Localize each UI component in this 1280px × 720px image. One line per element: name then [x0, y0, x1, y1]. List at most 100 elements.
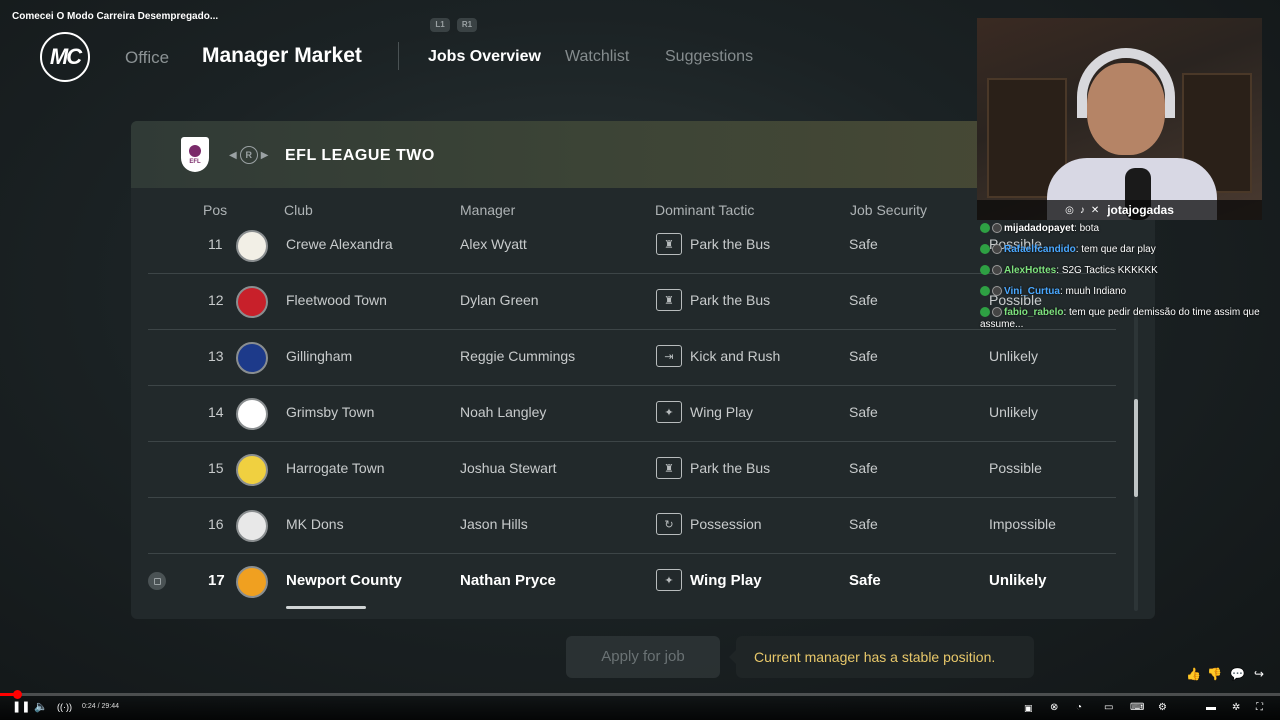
keyboard-icon[interactable]: ⌨: [1130, 702, 1144, 713]
row-manager: Jason Hills: [460, 516, 528, 532]
chat-message: AlexHottes: S2G Tactics KKKKKK: [980, 265, 1270, 277]
apply-for-job-button[interactable]: Apply for job: [566, 636, 720, 678]
chat-message: mijadadopayet: bota: [980, 223, 1270, 235]
chat-message: fabio_rabelo: tem que pedir demissão do …: [980, 307, 1260, 330]
row-club: Gillingham: [286, 348, 353, 364]
tab-watchlist[interactable]: Watchlist: [565, 48, 629, 66]
chevron-right-icon[interactable]: ▶: [261, 150, 269, 161]
league-badge-icon: EFL: [181, 137, 209, 172]
subtitles-icon[interactable]: ▣: [1024, 703, 1033, 714]
row-chance: Unlikely: [989, 404, 1039, 420]
club-crest-icon: [236, 342, 268, 374]
mod-badge-icon: [980, 286, 990, 297]
scrollbar-thumb[interactable]: [1134, 399, 1138, 497]
chat-username[interactable]: Rafaelfcandido: [1004, 244, 1076, 255]
progress-track[interactable]: [0, 693, 1280, 696]
chat-username[interactable]: fabio_rabelo: [1004, 307, 1063, 318]
column-header-club: Club: [284, 202, 313, 218]
league-switcher[interactable]: ◀ R ▶: [229, 146, 268, 164]
streamer-handle: jotajogadas: [1107, 203, 1174, 217]
nav-office[interactable]: Office: [125, 48, 169, 68]
table-row[interactable]: 16 MK Dons Jason Hills ↻ Possession Safe Impos…: [148, 498, 1116, 554]
row-tactic: Park the Bus: [690, 292, 771, 308]
chat-text: tem que dar play: [1081, 244, 1156, 255]
table-row[interactable]: 11 Crewe Alexandra Alex Wyatt ♜ Park the Bus…: [148, 218, 1116, 274]
mod-badge-icon: [980, 244, 990, 255]
chat-text: S2G Tactics KKKKKK: [1061, 265, 1158, 276]
cast-icon[interactable]: ▭: [1104, 702, 1113, 713]
wings-icon: ✦: [656, 569, 682, 591]
row-position: 14: [208, 404, 224, 420]
row-job-security: Safe: [849, 516, 878, 532]
like-icon[interactable]: 👍: [1186, 667, 1201, 681]
volume-icon[interactable]: 🔈: [34, 700, 48, 713]
row-tactic: Park the Bus: [690, 460, 771, 476]
row-chance: Unlikely: [989, 572, 1047, 589]
chat-username[interactable]: mijadadopayet: [1004, 223, 1074, 234]
row-job-security: Safe: [849, 572, 881, 589]
chat-username[interactable]: AlexHottes: [1004, 265, 1056, 276]
table-row[interactable]: 14 Grimsby Town Noah Langley ✦ Wing Play Safe…: [148, 386, 1116, 442]
bus-icon: ♜: [656, 233, 682, 255]
chat-text: muuh Indiano: [1065, 286, 1127, 297]
table-row[interactable]: 12 Fleetwood Town Dylan Green ♜ Park the Bus…: [148, 274, 1116, 330]
bus-icon: ♜: [656, 457, 682, 479]
club-crest-icon: [236, 230, 268, 262]
row-club: Fleetwood Town: [286, 292, 387, 308]
user-badge-icon: [992, 244, 1002, 255]
row-position: 11: [208, 236, 223, 252]
row-club: MK Dons: [286, 516, 344, 532]
pause-icon[interactable]: ❚❚: [12, 700, 30, 713]
row-position: 12: [208, 292, 224, 308]
tiktok-icon: ♪: [1079, 204, 1085, 216]
club-crest-icon: [236, 454, 268, 486]
chat-username[interactable]: Vini_Curtua: [1004, 286, 1060, 297]
user-badge-icon: [992, 307, 1002, 318]
row-job-security: Safe: [849, 460, 878, 476]
streamer-social-bar: ◎ ♪ ✕ jotajogadas: [977, 200, 1262, 220]
autoplay-icon[interactable]: ⊗: [1050, 702, 1058, 713]
fullscreen-icon[interactable]: ⛶: [1256, 702, 1263, 713]
user-badge-icon: [992, 265, 1002, 276]
row-job-security: Safe: [849, 348, 878, 364]
mod-badge-icon: [980, 307, 990, 318]
club-crest-icon: [236, 510, 268, 542]
table-row[interactable]: 13 Gillingham Reggie Cummings ⇥ Kick and Rus…: [148, 330, 1116, 386]
table-row[interactable]: 15 Harrogate Town Joshua Stewart ♜ Park the …: [148, 442, 1116, 498]
speed-icon[interactable]: ◔: [1076, 702, 1082, 713]
row-club: Grimsby Town: [286, 404, 375, 420]
league-name: EFL LEAGUE TWO: [285, 147, 435, 164]
row-position: 16: [208, 516, 224, 532]
share-icon[interactable]: ↪: [1254, 667, 1264, 681]
game-logo: MC: [40, 32, 90, 82]
chevron-left-icon[interactable]: ◀: [229, 150, 237, 161]
tab-suggestions[interactable]: Suggestions: [665, 48, 753, 66]
row-job-security: Safe: [849, 292, 878, 308]
row-chance: Impossible: [989, 516, 1056, 532]
comment-icon[interactable]: 💬: [1230, 667, 1245, 681]
settings-icon[interactable]: ⚙: [1158, 702, 1167, 713]
row-chance: Possible: [989, 460, 1042, 476]
settings-gear-icon[interactable]: ✲: [1232, 702, 1240, 713]
row-club: Harrogate Town: [286, 460, 385, 476]
x-icon: ✕: [1090, 204, 1100, 216]
row-club: Crewe Alexandra: [286, 236, 393, 252]
select-button-icon[interactable]: [148, 572, 166, 590]
table-row[interactable]: 17 Newport County Nathan Pryce ✦ Wing Play Sa…: [148, 554, 1116, 610]
miniplayer-icon[interactable]: ▬: [1206, 702, 1216, 713]
row-tactic: Kick and Rush: [690, 348, 781, 364]
arrow-icon: ⇥: [656, 345, 682, 367]
row-job-security: Safe: [849, 236, 878, 252]
live-icon[interactable]: ((·)): [57, 702, 72, 712]
row-job-security: Safe: [849, 404, 878, 420]
nav-divider: [398, 42, 399, 70]
row-manager: Noah Langley: [460, 404, 547, 420]
row-manager: Dylan Green: [460, 292, 539, 308]
dislike-icon[interactable]: 👎: [1207, 667, 1222, 681]
video-time: 0:24 / 29:44: [82, 703, 119, 710]
instagram-icon: ◎: [1065, 204, 1074, 216]
row-position: 17: [208, 572, 225, 589]
row-manager: Reggie Cummings: [460, 348, 576, 364]
video-player-bar: [0, 693, 1280, 720]
tab-jobs-overview[interactable]: Jobs Overview: [428, 48, 541, 66]
